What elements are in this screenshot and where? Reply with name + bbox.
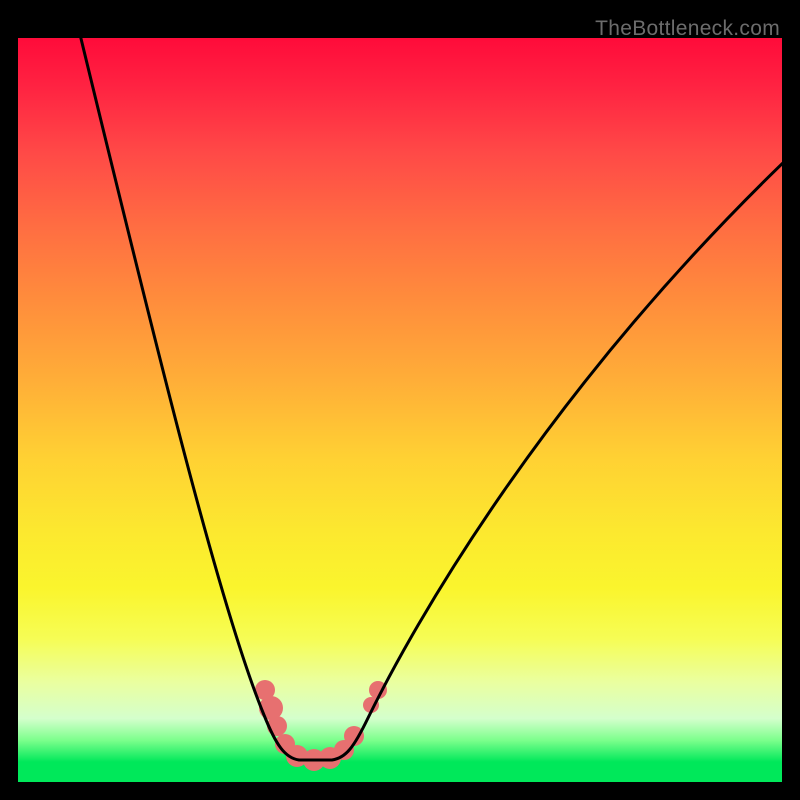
valley-marker-group bbox=[255, 680, 387, 771]
bottleneck-curve bbox=[76, 38, 782, 760]
chart-frame: TheBottleneck.com bbox=[18, 18, 782, 782]
plot-area bbox=[18, 38, 782, 782]
curve-layer bbox=[18, 38, 782, 782]
watermark-text: TheBottleneck.com bbox=[595, 17, 780, 41]
